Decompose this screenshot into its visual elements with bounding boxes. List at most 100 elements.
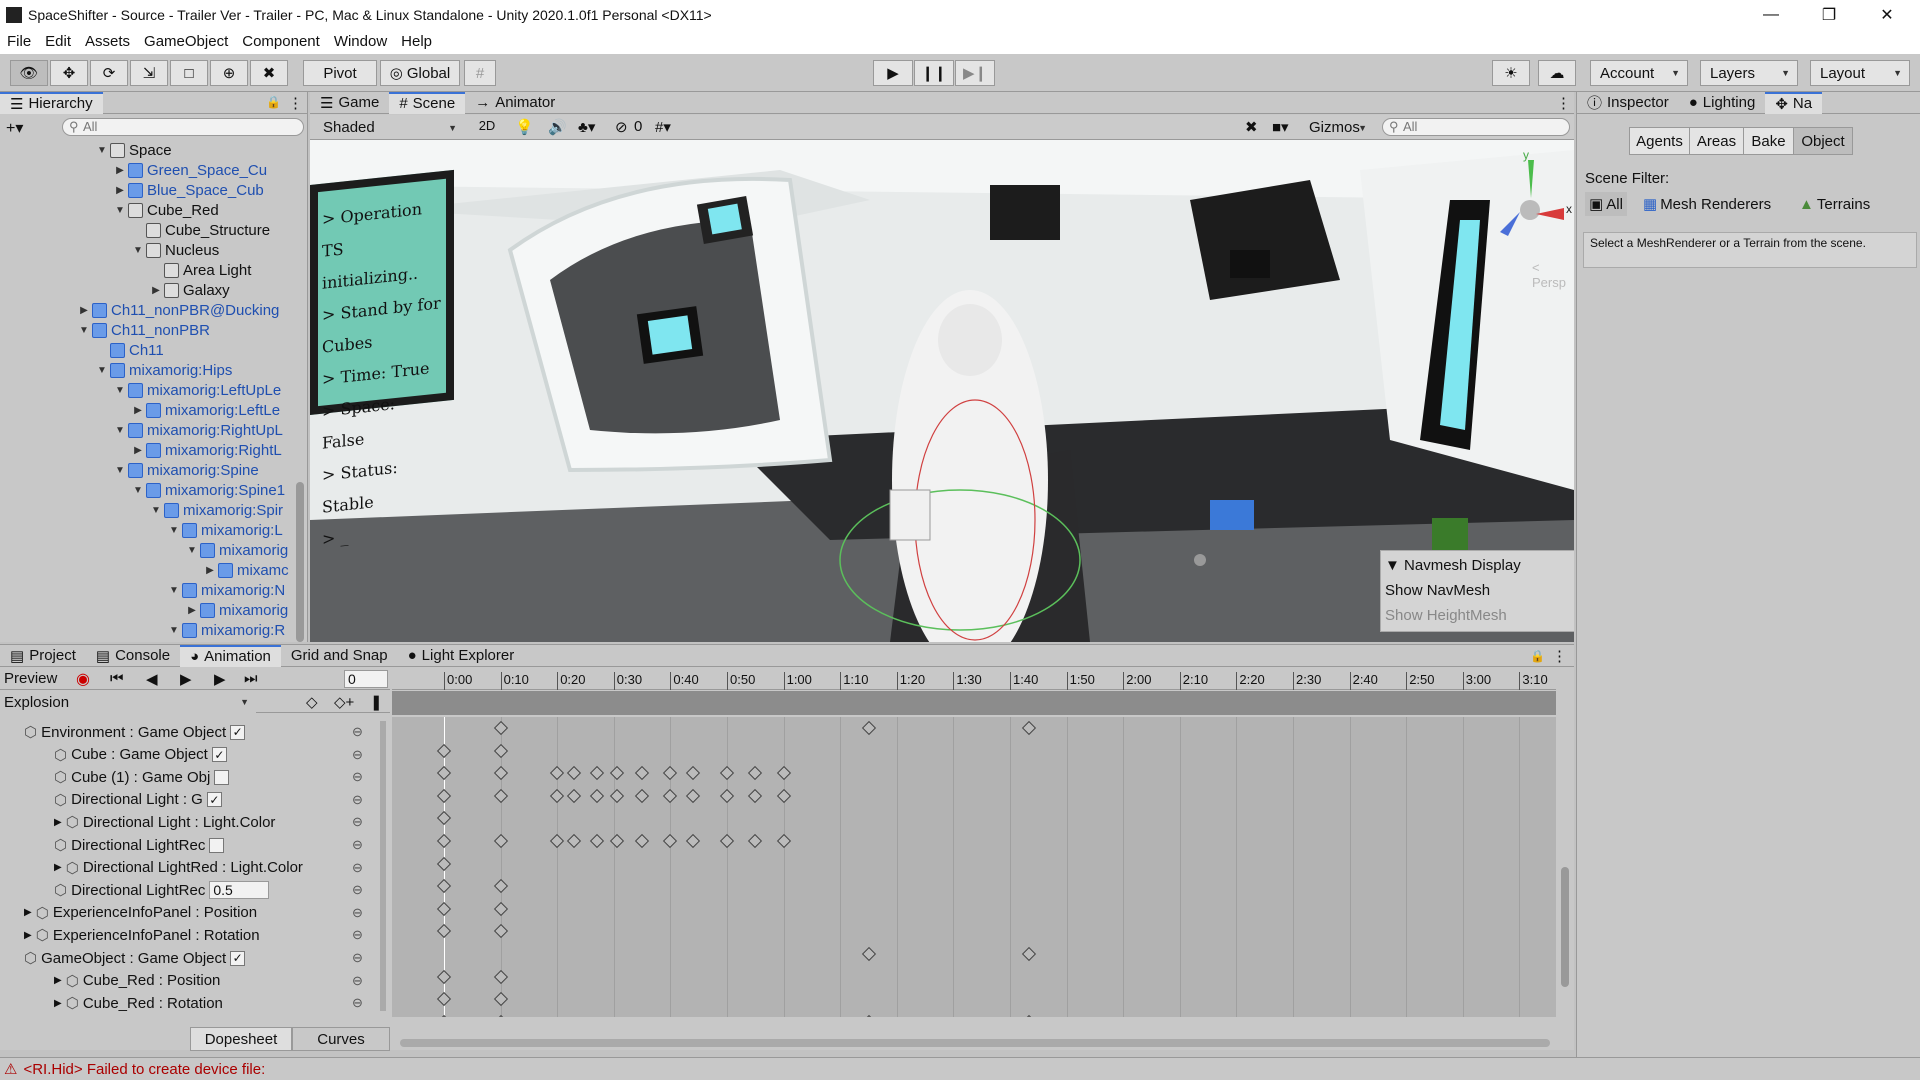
dopesheet-area[interactable] <box>392 717 1556 1017</box>
keyframe-diamond[interactable] <box>436 1014 452 1017</box>
layers-dropdown[interactable]: Layers <box>1700 60 1798 86</box>
keyframe-diamond[interactable] <box>719 833 735 849</box>
property-checkbox[interactable] <box>214 769 230 785</box>
property-checkbox[interactable]: ✓ <box>211 747 227 763</box>
lock-icon[interactable]: 🔒 <box>266 95 281 109</box>
expand-arrow-icon[interactable]: ▶ <box>24 930 32 941</box>
expand-arrow-icon[interactable]: ▼ <box>186 545 198 556</box>
property-toggle-icon[interactable]: ⊖ <box>352 905 363 921</box>
expand-arrow-icon[interactable]: ▼ <box>78 325 90 336</box>
hierarchy-item[interactable]: ▶ Ch11_nonPBR@Ducking <box>78 300 279 320</box>
animation-property-row[interactable]: ▶ ⬡ Cube_Red : Rotation ⊖ <box>0 992 385 1013</box>
view-tool-button[interactable]: 👁 <box>10 60 48 86</box>
tab-project[interactable]: ▤ Project <box>0 645 86 667</box>
keyframe-diamond[interactable] <box>635 788 650 803</box>
account-dropdown[interactable]: Account <box>1590 60 1688 86</box>
hierarchy-item[interactable]: ▶ Green_Space_Cu <box>114 160 267 180</box>
keyframe-diamond[interactable] <box>776 833 791 849</box>
property-toggle-icon[interactable]: ⊖ <box>352 995 363 1011</box>
keyframe-diamond[interactable] <box>493 969 508 984</box>
hierarchy-item[interactable]: ▶ mixamorig <box>186 600 288 620</box>
hierarchy-item[interactable]: Ch11 <box>96 340 164 360</box>
time-ruler[interactable]: 0:00 0:10 0:20 0:30 0:40 0:50 1:00 1:10 1:20 1:30… <box>392 668 1556 690</box>
keyframe-diamond[interactable] <box>436 924 452 939</box>
property-toggle-icon[interactable]: ⊖ <box>352 882 363 898</box>
animation-property-row[interactable]: ⬡ Directional LightRec ⊖ <box>0 834 385 856</box>
hierarchy-item[interactable]: ▼ Space <box>96 140 172 160</box>
hierarchy-item[interactable]: ▼ mixamorig:Spir <box>150 500 283 520</box>
keyframe-diamond[interactable] <box>436 969 452 984</box>
minimize-button[interactable]: — <box>1742 0 1800 29</box>
keyframe-diamond[interactable] <box>493 901 508 916</box>
transform-tool-button[interactable]: ⊕ <box>210 60 248 86</box>
keyframe-diamond[interactable] <box>493 720 508 736</box>
scene-viewport[interactable]: > Operation TS initializing.. > Stand by f… <box>310 140 1574 642</box>
keyframe-diamond[interactable] <box>493 1014 508 1017</box>
event-strip[interactable] <box>392 691 1556 715</box>
property-value-field[interactable]: 0.5 <box>209 881 270 900</box>
tab-hierarchy[interactable]: ☰ Hierarchy <box>0 91 103 114</box>
prev-key-icon[interactable]: ◀ <box>146 670 158 688</box>
hierarchy-item[interactable]: ▼ Nucleus <box>132 240 219 260</box>
expand-arrow-icon[interactable]: ▶ <box>186 605 198 616</box>
lock-icon[interactable]: 🔒 <box>1530 649 1545 663</box>
expand-arrow-icon[interactable]: ▶ <box>54 975 62 986</box>
expand-arrow-icon[interactable]: ▼ <box>114 425 126 436</box>
last-key-icon[interactable]: ⏭ <box>244 670 258 687</box>
add-event-icon[interactable]: ◇+ <box>334 693 354 711</box>
hierarchy-item[interactable]: ▼ mixamorig:Spine1 <box>132 480 285 500</box>
shading-mode-dropdown[interactable]: Shaded <box>314 117 464 138</box>
keyframe-diamond[interactable] <box>663 833 678 849</box>
property-toggle-icon[interactable]: ⊖ <box>352 837 363 853</box>
rect-tool-button[interactable]: □ <box>170 60 208 86</box>
kebab-menu-icon[interactable]: ⋮ <box>1552 647 1567 665</box>
tab-console[interactable]: ▤ Console <box>86 645 180 667</box>
animation-property-row[interactable]: ⬡ GameObject : Game Object ✓ ⊖ <box>0 947 385 969</box>
tab-grid-and-snap[interactable]: Grid and Snap <box>281 645 398 667</box>
collab-button[interactable]: ☁ <box>1538 60 1576 86</box>
layout-dropdown[interactable]: Layout <box>1810 60 1910 86</box>
persp-label[interactable]: < Persp <box>1532 260 1574 290</box>
keyframe-diamond[interactable] <box>610 766 625 781</box>
scene-tools-icon[interactable]: ✖ <box>1245 118 1258 136</box>
expand-arrow-icon[interactable]: ▼ <box>114 465 126 476</box>
pause-button[interactable]: ❙❙ <box>914 60 954 86</box>
bake-tab[interactable]: Bake <box>1744 128 1794 154</box>
hierarchy-item[interactable]: ▶ mixamc <box>204 560 289 580</box>
expand-arrow-icon[interactable]: ▶ <box>24 907 32 918</box>
hierarchy-item[interactable]: Area Light <box>150 260 251 280</box>
tab-light-explorer[interactable]: ● Light Explorer <box>398 645 525 667</box>
keyframe-diamond[interactable] <box>663 788 678 803</box>
filter-terrains-button[interactable]: ▲ Terrains <box>1799 192 1870 216</box>
record-icon[interactable]: ◉ <box>76 669 90 689</box>
agents-tab[interactable]: Agents <box>1630 128 1690 154</box>
tab-game[interactable]: ☰ Game <box>310 92 389 114</box>
menu-item[interactable]: Assets <box>78 33 137 50</box>
keyframe-diamond[interactable] <box>436 743 452 758</box>
tab-scene[interactable]: # Scene <box>389 91 466 114</box>
dopesheet-tab[interactable]: Dopesheet <box>190 1027 292 1051</box>
keyframe-diamond[interactable] <box>685 833 701 849</box>
property-toggle-icon[interactable]: ⊖ <box>352 747 363 763</box>
property-toggle-icon[interactable]: ⊖ <box>352 860 363 876</box>
hierarchy-item[interactable]: ▼ Cube_Red <box>114 200 219 220</box>
status-message[interactable]: <RI.Hid> Failed to create device file: <box>23 1061 265 1078</box>
navmesh-title-row[interactable]: ▼ Navmesh Display <box>1385 557 1521 574</box>
lighting-toggle-icon[interactable]: 💡 <box>515 118 534 136</box>
effects-toggle-icon[interactable]: ♣▾ <box>578 118 595 136</box>
keyframe-diamond[interactable] <box>493 924 508 939</box>
animation-property-row[interactable]: ⬡ Directional LightRec 0.5 ⊖ <box>0 879 385 901</box>
clip-dropdown[interactable]: Explosion <box>0 691 256 713</box>
keyframe-diamond[interactable] <box>550 788 565 803</box>
hierarchy-item[interactable]: ▼ mixamorig:LeftUpLe <box>114 380 281 400</box>
animation-property-row[interactable]: ⬡ Directional Light : G ✓ ⊖ <box>0 789 385 811</box>
expand-arrow-icon[interactable]: ▶ <box>132 405 144 416</box>
menu-item[interactable]: Help <box>394 33 439 50</box>
play-icon[interactable]: ▶ <box>180 670 192 688</box>
expand-arrow-icon[interactable]: ▶ <box>150 285 162 296</box>
mode-2d-toggle[interactable]: 2D <box>472 118 502 137</box>
property-toggle-icon[interactable]: ⊖ <box>352 927 363 943</box>
preview-toggle[interactable]: Preview <box>4 670 57 687</box>
keyframe-diamond[interactable] <box>685 788 701 803</box>
menu-item[interactable]: GameObject <box>137 33 235 50</box>
